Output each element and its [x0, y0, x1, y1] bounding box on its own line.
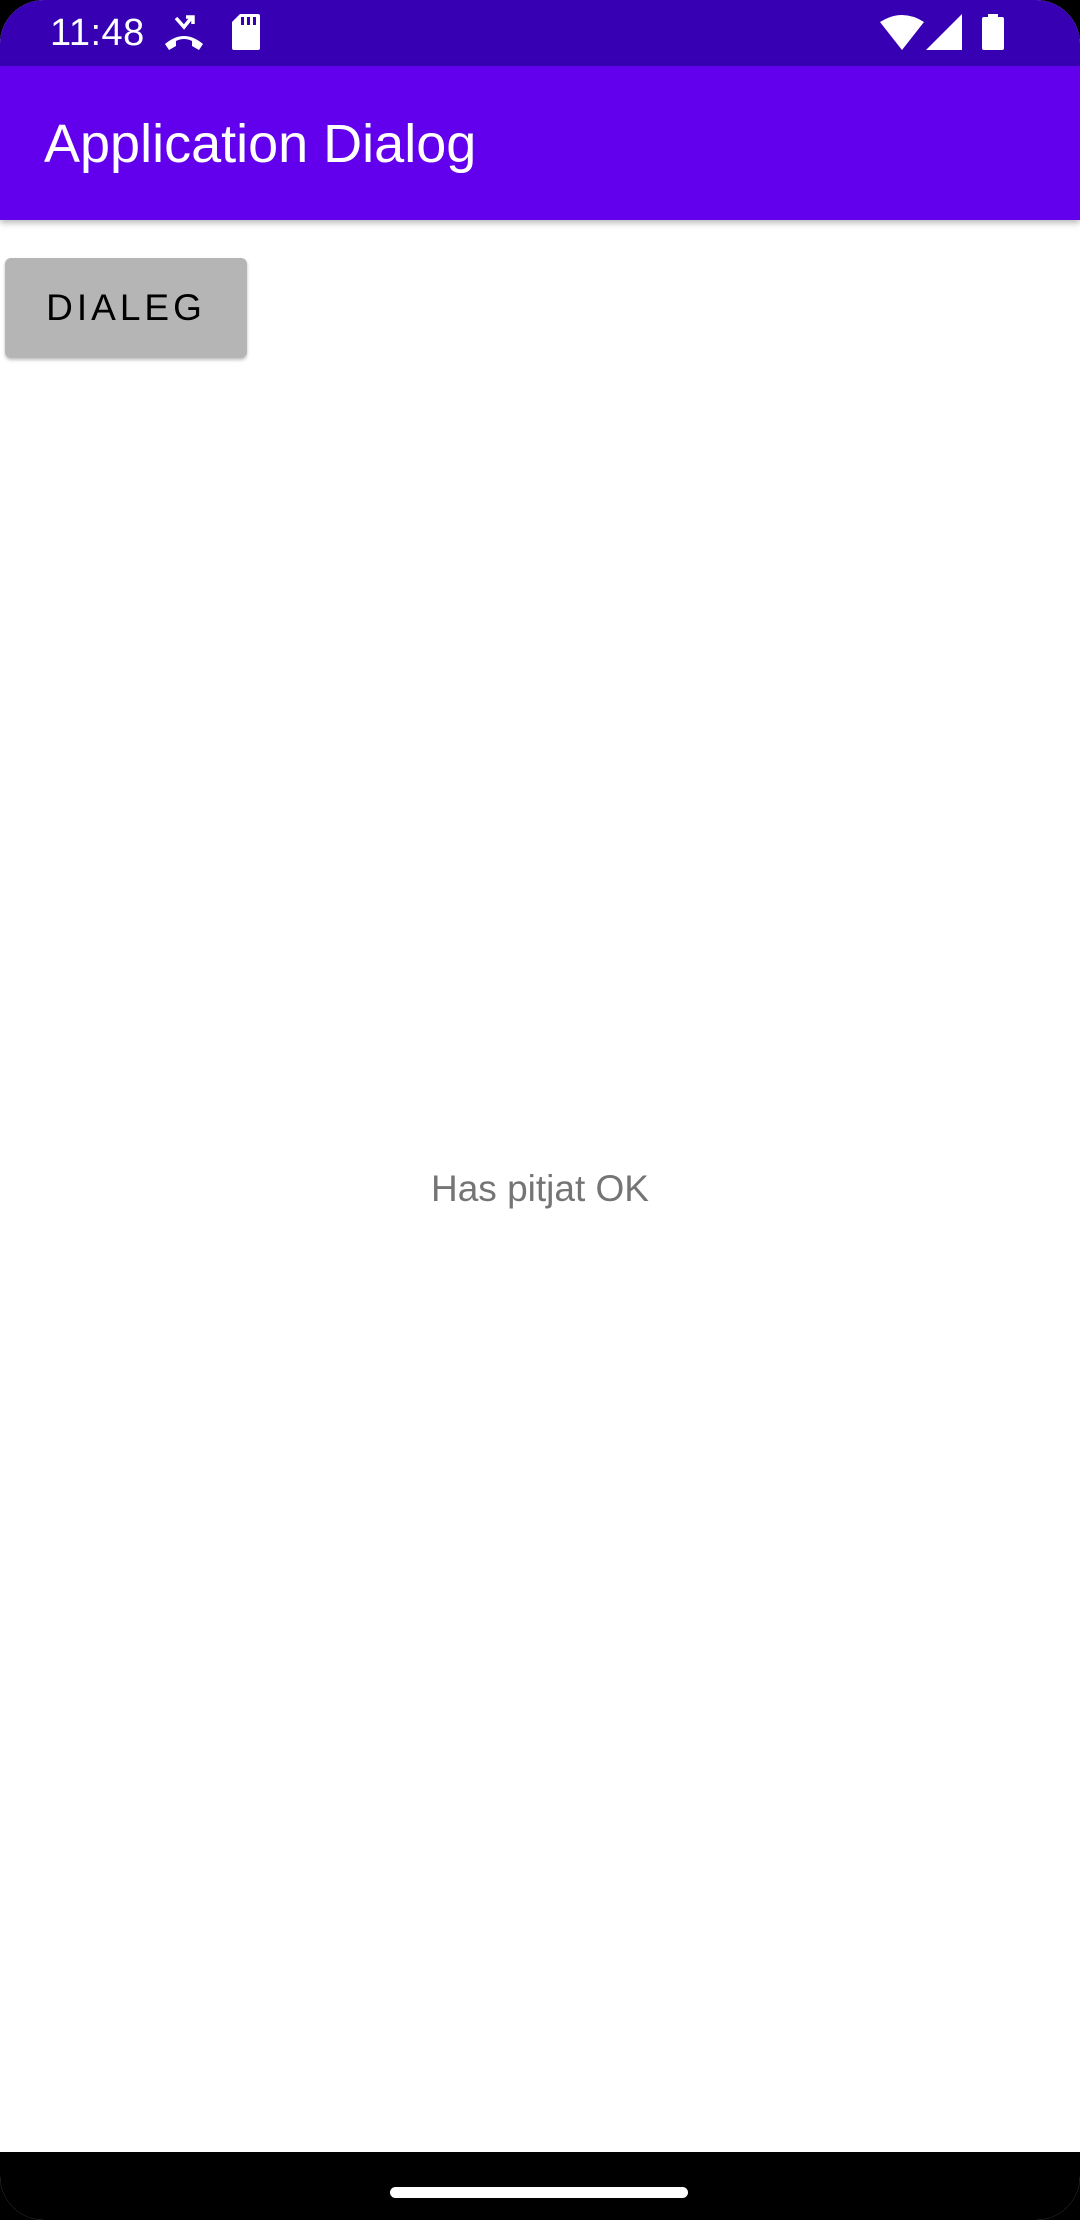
dialog-button[interactable]: DIALEG — [5, 258, 247, 358]
battery-icon — [982, 14, 1004, 55]
status-time: 11:48 — [50, 12, 145, 54]
signal-icon — [926, 14, 964, 55]
missed-call-icon — [162, 14, 206, 57]
sd-card-icon — [232, 14, 260, 55]
navigation-bar — [0, 2152, 1080, 2220]
app-title: Application Dialog — [44, 114, 477, 174]
app-bar: Application Dialog — [0, 66, 1080, 220]
status-bar: 11:48 — [0, 0, 1080, 66]
result-text: Has pitjat OK — [431, 1168, 649, 1209]
device-screen: 11:48 Application Dialog DIALEG Has pitj… — [0, 0, 1080, 2220]
main-content: DIALEG Has pitjat OK — [0, 220, 1080, 2152]
wifi-icon — [880, 14, 924, 55]
home-gesture-handle[interactable] — [390, 2187, 688, 2198]
